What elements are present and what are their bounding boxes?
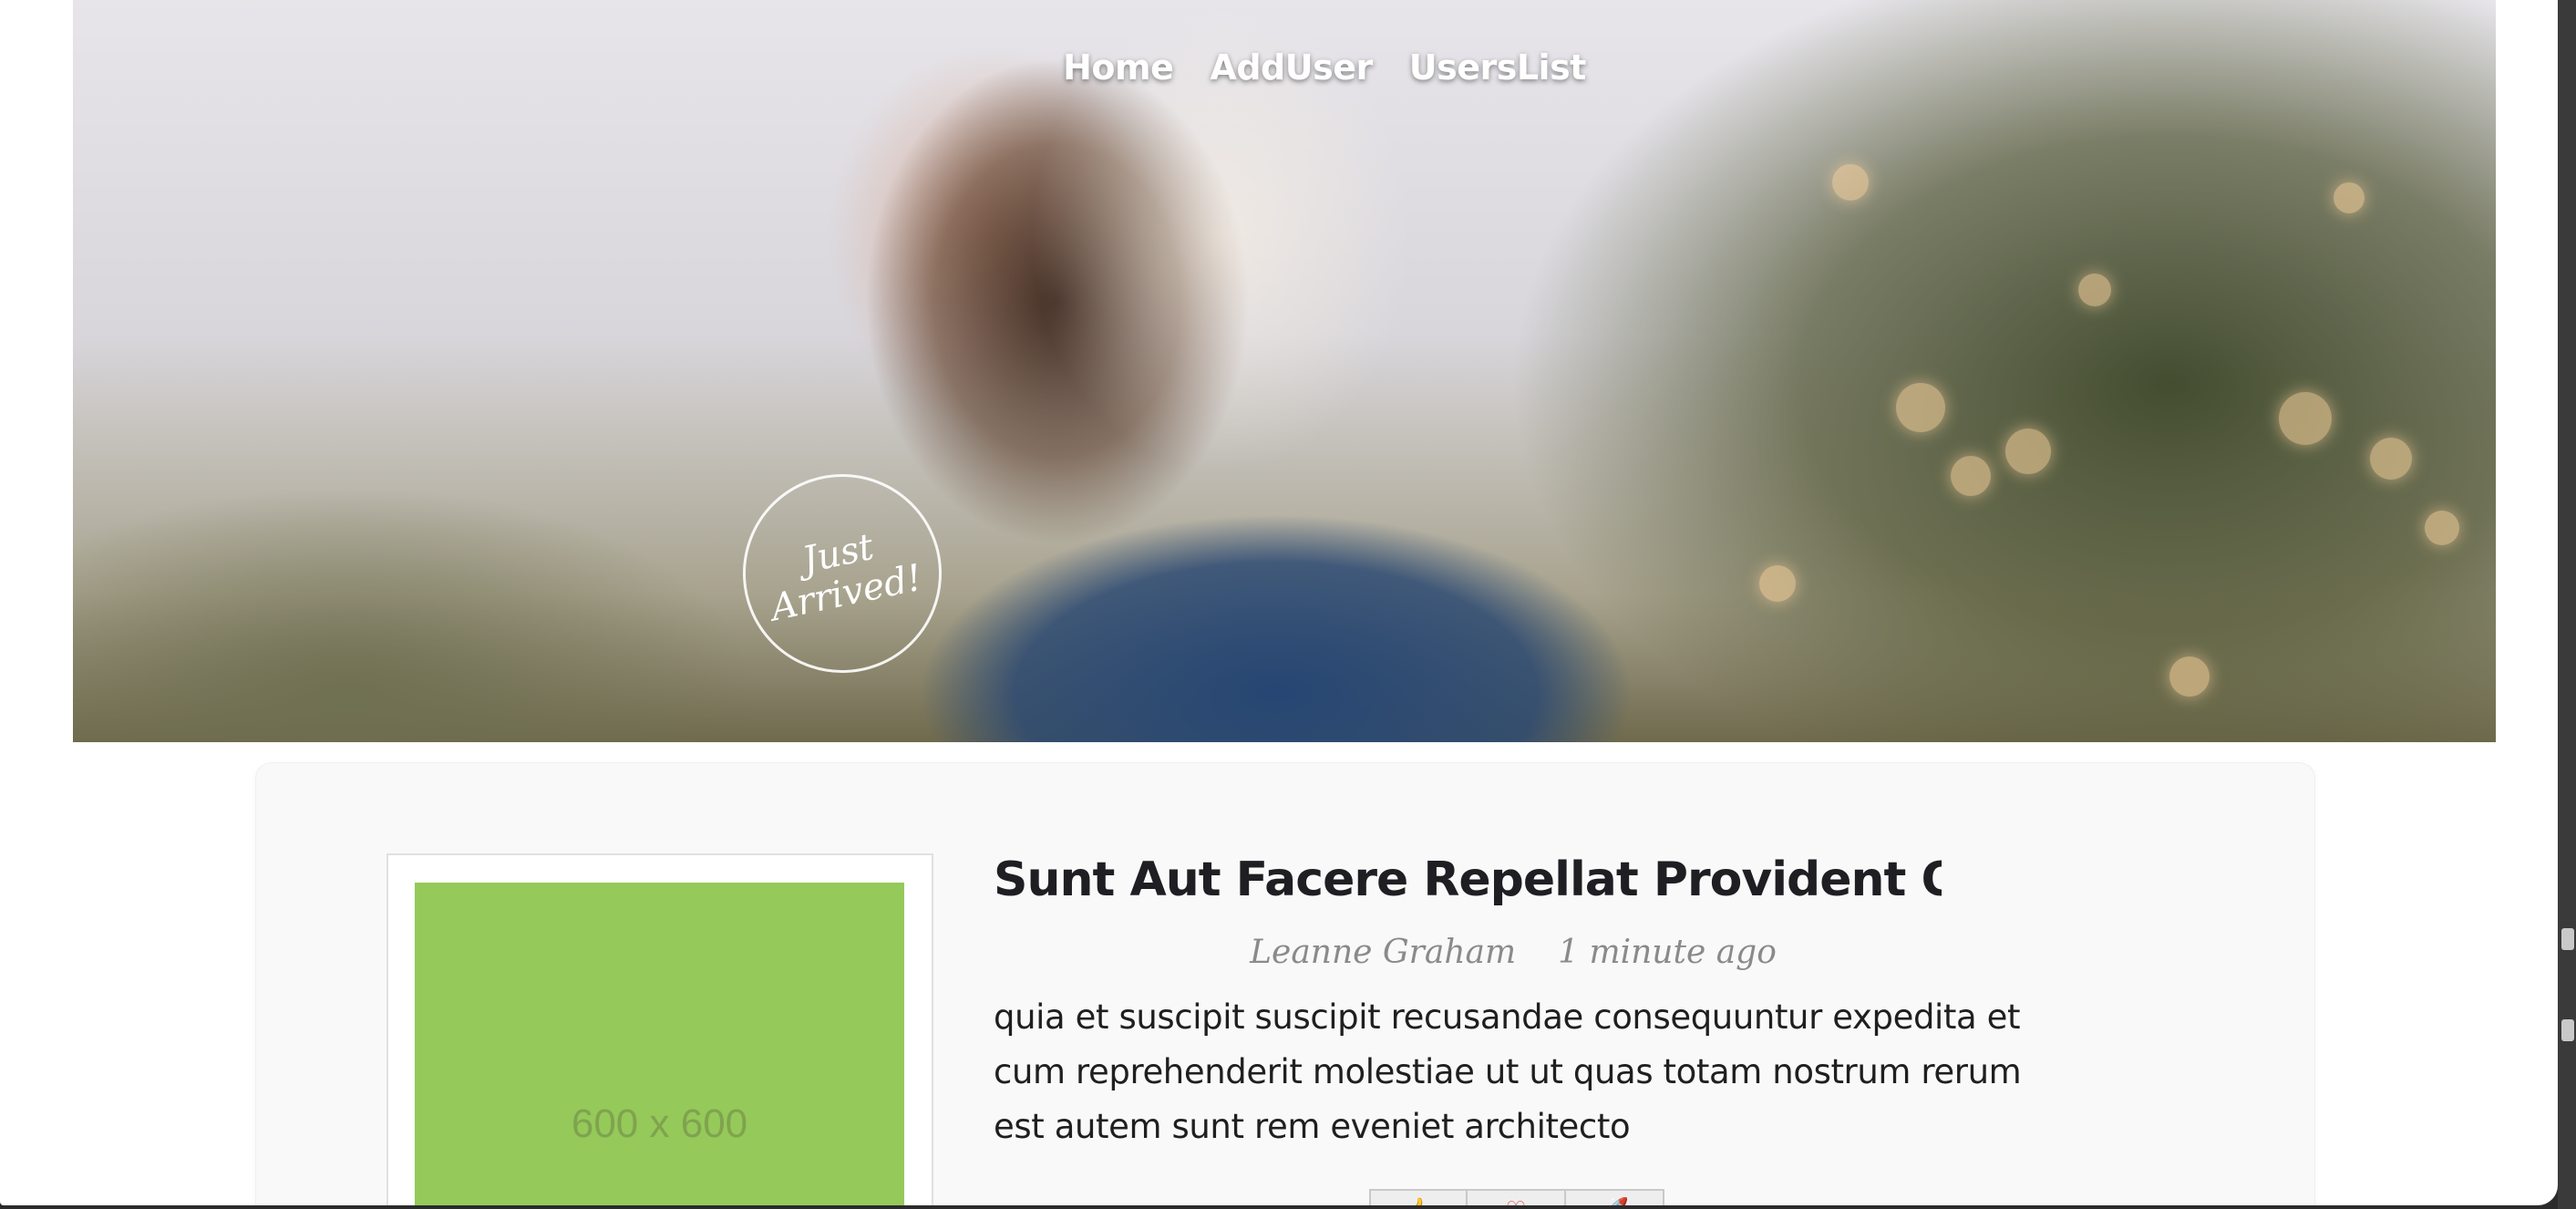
bokeh-light [2425,511,2459,545]
rocket-reaction-button[interactable]: 🚀 [1566,1189,1664,1205]
post-author: Leanne Graham [1250,934,1517,971]
thumbs-up-reaction-button[interactable]: 👍 [1369,1189,1468,1205]
thumbnail-placeholder-label: 600 x 600 [571,1101,748,1146]
bokeh-light [1896,383,1945,432]
nav-home-link[interactable]: Home [1063,47,1174,88]
bokeh-light [1951,456,1991,496]
rocket-icon: 🚀 [1600,1196,1629,1205]
bokeh-light [2279,392,2332,445]
nav-add-user-link[interactable]: AddUser [1210,47,1373,88]
post-meta: Leanne Graham 1 minute ago [994,934,2033,971]
bokeh-light [2334,182,2365,213]
nav-users-list-link[interactable]: UsersList [1409,47,1587,88]
resize-handle-icon [2561,928,2574,950]
reaction-buttons: 👍 ♡ 🚀 [1369,1189,1664,1205]
post-thumbnail: 600 x 600 [415,883,904,1205]
heart-reaction-button[interactable]: ♡ [1468,1189,1566,1205]
resize-handle-icon [2561,1019,2574,1041]
thumbs-up-icon: 👍 [1404,1196,1433,1205]
window-edge [2558,0,2576,1209]
main-nav: Home AddUser UsersList [0,47,2558,88]
bokeh-light [1832,164,1869,201]
heart-icon: ♡ [1505,1196,1526,1205]
bokeh-light [2078,274,2111,306]
bokeh-light [2370,438,2412,480]
hero-banner: Just Arrived! [73,0,2496,742]
browser-window: Just Arrived! Home AddUser UsersList 600… [0,0,2558,1205]
bokeh-light [2005,429,2051,474]
just-arrived-badge: Just Arrived! [743,474,942,673]
badge-text: Just Arrived! [767,525,926,630]
bokeh-light [1759,565,1796,602]
post-time: 1 minute ago [1558,934,1777,971]
post-title[interactable]: Sunt Aut Facere Repellat Provident Occae… [994,852,1942,907]
bokeh-light [2169,656,2210,697]
post-excerpt: quia et suscipit suscipit recusandae con… [994,997,2022,1146]
